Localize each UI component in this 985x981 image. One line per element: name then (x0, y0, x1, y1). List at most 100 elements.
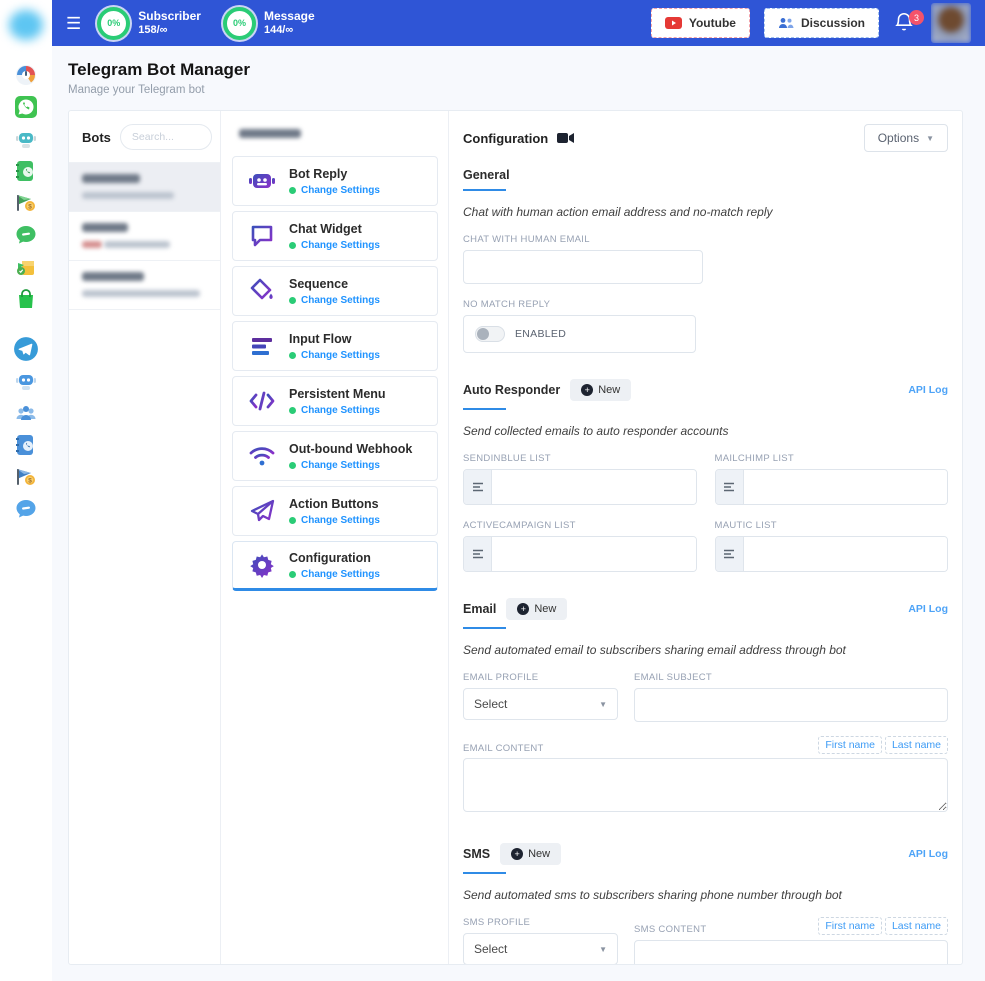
wifi-icon (247, 442, 277, 470)
status-dot (289, 407, 296, 414)
menu-item-sequence[interactable]: Sequence Change Settings (232, 266, 438, 316)
sms-profile-select[interactable]: Select▼ (463, 933, 618, 964)
youtube-icon (665, 17, 682, 29)
menu-item-label: Sequence (289, 277, 380, 291)
telegram-contacts-icon[interactable] (13, 432, 39, 458)
email-content-textarea[interactable] (463, 758, 948, 812)
last-name-token-button[interactable]: Last name (885, 736, 948, 754)
subscriber-stat: 0% Subscriber 158/∞ (97, 7, 201, 40)
change-settings-link[interactable]: Change Settings (301, 515, 380, 526)
user-avatar[interactable] (931, 3, 971, 43)
email-api-log-link[interactable]: API Log (908, 603, 948, 615)
change-settings-link[interactable]: Change Settings (301, 569, 380, 580)
menu-item-configuration[interactable]: Configuration Change Settings (232, 541, 438, 591)
chat-bubble-icon (247, 222, 277, 250)
menu-item-bot-reply[interactable]: Bot Reply Change Settings (232, 156, 438, 206)
tab-general[interactable]: General (463, 168, 510, 182)
svg-text:$: $ (28, 477, 32, 484)
whatsapp-contacts-icon[interactable] (13, 158, 39, 184)
message-count: 144/∞ (264, 24, 315, 38)
mautic-list-input[interactable] (744, 537, 948, 571)
telegram-chat-icon[interactable] (13, 496, 39, 522)
list-icon (716, 537, 744, 571)
auto-responder-description: Send collected emails to auto responder … (463, 424, 948, 438)
chevron-down-icon: ▼ (926, 134, 934, 143)
last-name-token-button[interactable]: Last name (885, 917, 948, 935)
change-settings-link[interactable]: Change Settings (301, 460, 380, 471)
change-settings-link[interactable]: Change Settings (301, 240, 380, 251)
menu-item-action-buttons[interactable]: Action Buttons Change Settings (232, 486, 438, 536)
sms-title: SMS (463, 847, 490, 861)
discussion-button[interactable]: Discussion (764, 8, 879, 38)
section-underline (463, 627, 506, 629)
activecampaign-list-label: ACTIVECAMPAIGN LIST (463, 520, 697, 531)
chat-with-human-email-input[interactable] (463, 250, 703, 284)
whatsapp-campaign-icon[interactable]: $ (13, 190, 39, 216)
whatsapp-broadcast-icon[interactable] (13, 254, 39, 280)
section-underline (463, 408, 506, 410)
change-settings-link[interactable]: Change Settings (301, 350, 380, 361)
whatsapp-chat-icon[interactable] (13, 222, 39, 248)
change-settings-link[interactable]: Change Settings (301, 405, 380, 416)
telegram-campaign-icon[interactable]: $ (13, 464, 39, 490)
whatsapp-icon[interactable] (13, 94, 39, 120)
status-dot (289, 242, 296, 249)
email-new-button[interactable]: + New (506, 598, 567, 620)
menu-item-input-flow[interactable]: Input Flow Change Settings (232, 321, 438, 371)
auto-responder-api-log-link[interactable]: API Log (908, 384, 948, 396)
plus-icon: + (581, 384, 593, 396)
general-description: Chat with human action email address and… (463, 205, 948, 219)
bot-list-item-selected[interactable] (69, 162, 220, 211)
telegram-group-icon[interactable] (13, 400, 39, 426)
email-profile-select[interactable]: Select▼ (463, 688, 618, 720)
menu-toggle-icon[interactable]: ☰ (66, 15, 81, 32)
menu-item-label: Chat Widget (289, 222, 380, 236)
sendinblue-list-label: SENDINBLUE LIST (463, 453, 697, 464)
users-icon (778, 17, 794, 29)
change-settings-link[interactable]: Change Settings (301, 185, 380, 196)
telegram-icon[interactable] (13, 336, 39, 362)
activecampaign-list-input[interactable] (492, 537, 696, 571)
sms-new-button[interactable]: + New (500, 843, 561, 865)
list-icon (716, 470, 744, 504)
menu-item-persistent-menu[interactable]: Persistent Menu Change Settings (232, 376, 438, 426)
plus-icon: + (517, 603, 529, 615)
enabled-toggle[interactable] (475, 326, 505, 342)
video-camera-icon[interactable] (557, 132, 574, 144)
dashboard-icon[interactable] (13, 62, 39, 88)
options-button[interactable]: Options▼ (864, 124, 948, 152)
chevron-down-icon: ▼ (599, 700, 607, 709)
menu-item-chat-widget[interactable]: Chat Widget Change Settings (232, 211, 438, 261)
bots-panel-title: Bots (82, 130, 111, 145)
sendinblue-list-input[interactable] (492, 470, 696, 504)
status-dot (289, 462, 296, 469)
bots-search-input[interactable] (120, 124, 212, 150)
email-subject-input[interactable] (634, 688, 948, 722)
change-settings-link[interactable]: Change Settings (301, 295, 380, 306)
notifications-button[interactable]: 3 (893, 11, 917, 35)
bots-panel: Bots (69, 111, 221, 964)
bot-list-item[interactable] (69, 211, 220, 260)
whatsapp-shop-icon[interactable] (13, 286, 39, 312)
app-logo[interactable] (9, 10, 43, 40)
configuration-panel: Configuration Options▼ General Chat with… (449, 111, 962, 964)
subscriber-label: Subscriber (138, 9, 201, 24)
first-name-token-button[interactable]: First name (818, 917, 882, 935)
paper-plane-icon (247, 497, 277, 525)
first-name-token-button[interactable]: First name (818, 736, 882, 754)
plus-icon: + (511, 848, 523, 860)
chat-with-human-email-label: CHAT WITH HUMAN EMAIL (463, 234, 948, 245)
mailchimp-list-input[interactable] (744, 470, 948, 504)
whatsapp-bot-icon[interactable] (13, 126, 39, 152)
menu-item-outbound-webhook[interactable]: Out-bound Webhook Change Settings (232, 431, 438, 481)
auto-responder-new-button[interactable]: + New (570, 379, 631, 401)
bot-list-item[interactable] (69, 260, 220, 309)
sms-api-log-link[interactable]: API Log (908, 848, 948, 860)
sms-content-textarea[interactable] (634, 940, 948, 964)
telegram-bot-icon[interactable] (13, 368, 39, 394)
status-dot (289, 297, 296, 304)
paint-bucket-icon (247, 277, 277, 305)
mailchimp-list-label: MAILCHIMP LIST (715, 453, 949, 464)
bot-name-redacted (82, 272, 144, 281)
youtube-button[interactable]: Youtube (651, 8, 750, 38)
